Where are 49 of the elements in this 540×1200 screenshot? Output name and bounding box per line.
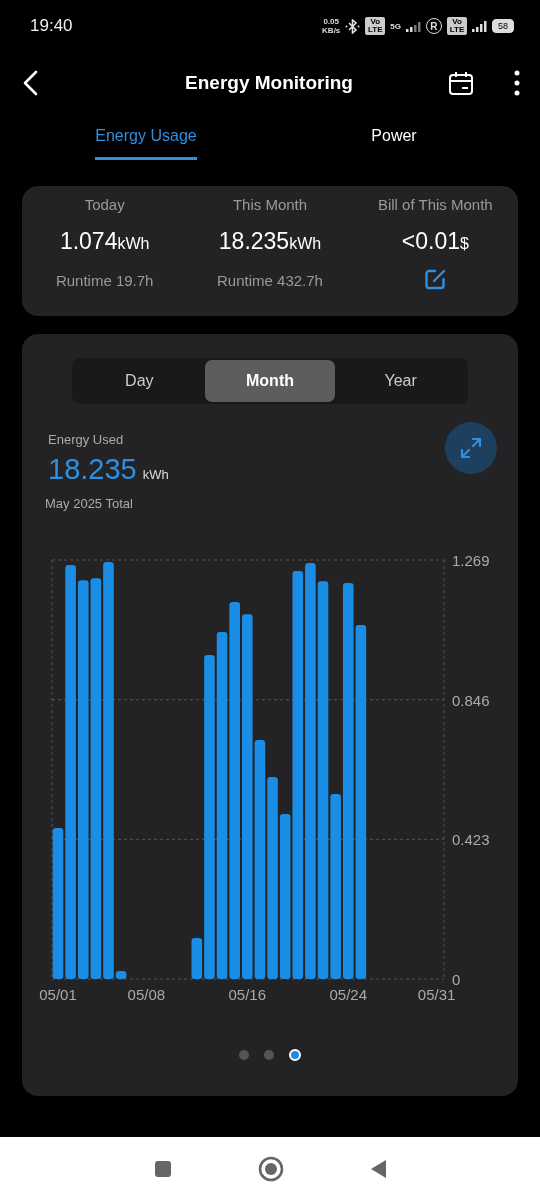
stat-label: Bill of This Month [377, 196, 493, 215]
volte-badge: Vo LTE [365, 17, 386, 35]
period-tab[interactable]: Year [335, 360, 466, 402]
y-tick-label: 0.423 [452, 831, 490, 849]
signal-icon [472, 20, 487, 32]
runtime-text: Runtime 432.7h [217, 272, 323, 289]
y-tick-label: 1.269 [452, 552, 490, 569]
home-button[interactable] [257, 1155, 284, 1182]
network-speed: 0.05 KB/s [322, 17, 341, 35]
x-tick-label: 05/08 [127, 986, 166, 1003]
stat-label: Today [84, 196, 125, 215]
expand-icon [460, 437, 482, 459]
bluetooth-icon [345, 18, 361, 34]
stat-value: 18.235kWh [218, 227, 322, 256]
period-tab[interactable]: Month [204, 360, 336, 402]
x-tick-label: 05/01 [39, 986, 77, 1003]
back-button[interactable] [22, 70, 40, 96]
expand-button[interactable] [445, 422, 497, 474]
page-dot[interactable] [289, 1049, 301, 1061]
tab[interactable]: Power [371, 114, 417, 160]
energy-value: 18.235 [48, 453, 137, 486]
period-caption: May 2025 Total [45, 496, 134, 511]
battery-indicator: 58 [492, 19, 514, 33]
x-tick-label: 05/31 [417, 986, 456, 1003]
runtime-text: Runtime 19.7h [55, 272, 154, 289]
page-dot[interactable] [239, 1050, 249, 1060]
recents-button[interactable] [153, 1159, 172, 1178]
y-tick-label: 0 [452, 971, 461, 988]
status-time: 19:40 [30, 16, 73, 36]
edit-icon[interactable] [423, 268, 447, 291]
back-icon [22, 70, 40, 96]
energy-unit: kWh [142, 467, 169, 482]
stat-value: <0.01$ [401, 227, 469, 256]
period-tab[interactable]: Day [74, 360, 205, 402]
screen-title: Energy Monitoring [184, 72, 354, 94]
x-tick-label: 05/24 [329, 986, 368, 1003]
y-tick-label: 0.846 [452, 691, 490, 709]
more-icon[interactable] [514, 70, 520, 96]
volte-badge: Vo LTE [447, 17, 467, 35]
network-type: 5G [390, 21, 401, 31]
calendar-icon[interactable] [448, 71, 474, 95]
page-dot[interactable] [264, 1050, 274, 1060]
tab[interactable]: Energy Usage [95, 114, 197, 160]
x-tick-label: 05/16 [228, 986, 267, 1003]
energy-label: Energy Used [48, 432, 125, 447]
stat-value: 1.074kWh [59, 227, 150, 256]
stat-label: This Month [232, 196, 308, 215]
signal-icon [406, 20, 421, 32]
back-nav-button[interactable] [369, 1158, 387, 1179]
